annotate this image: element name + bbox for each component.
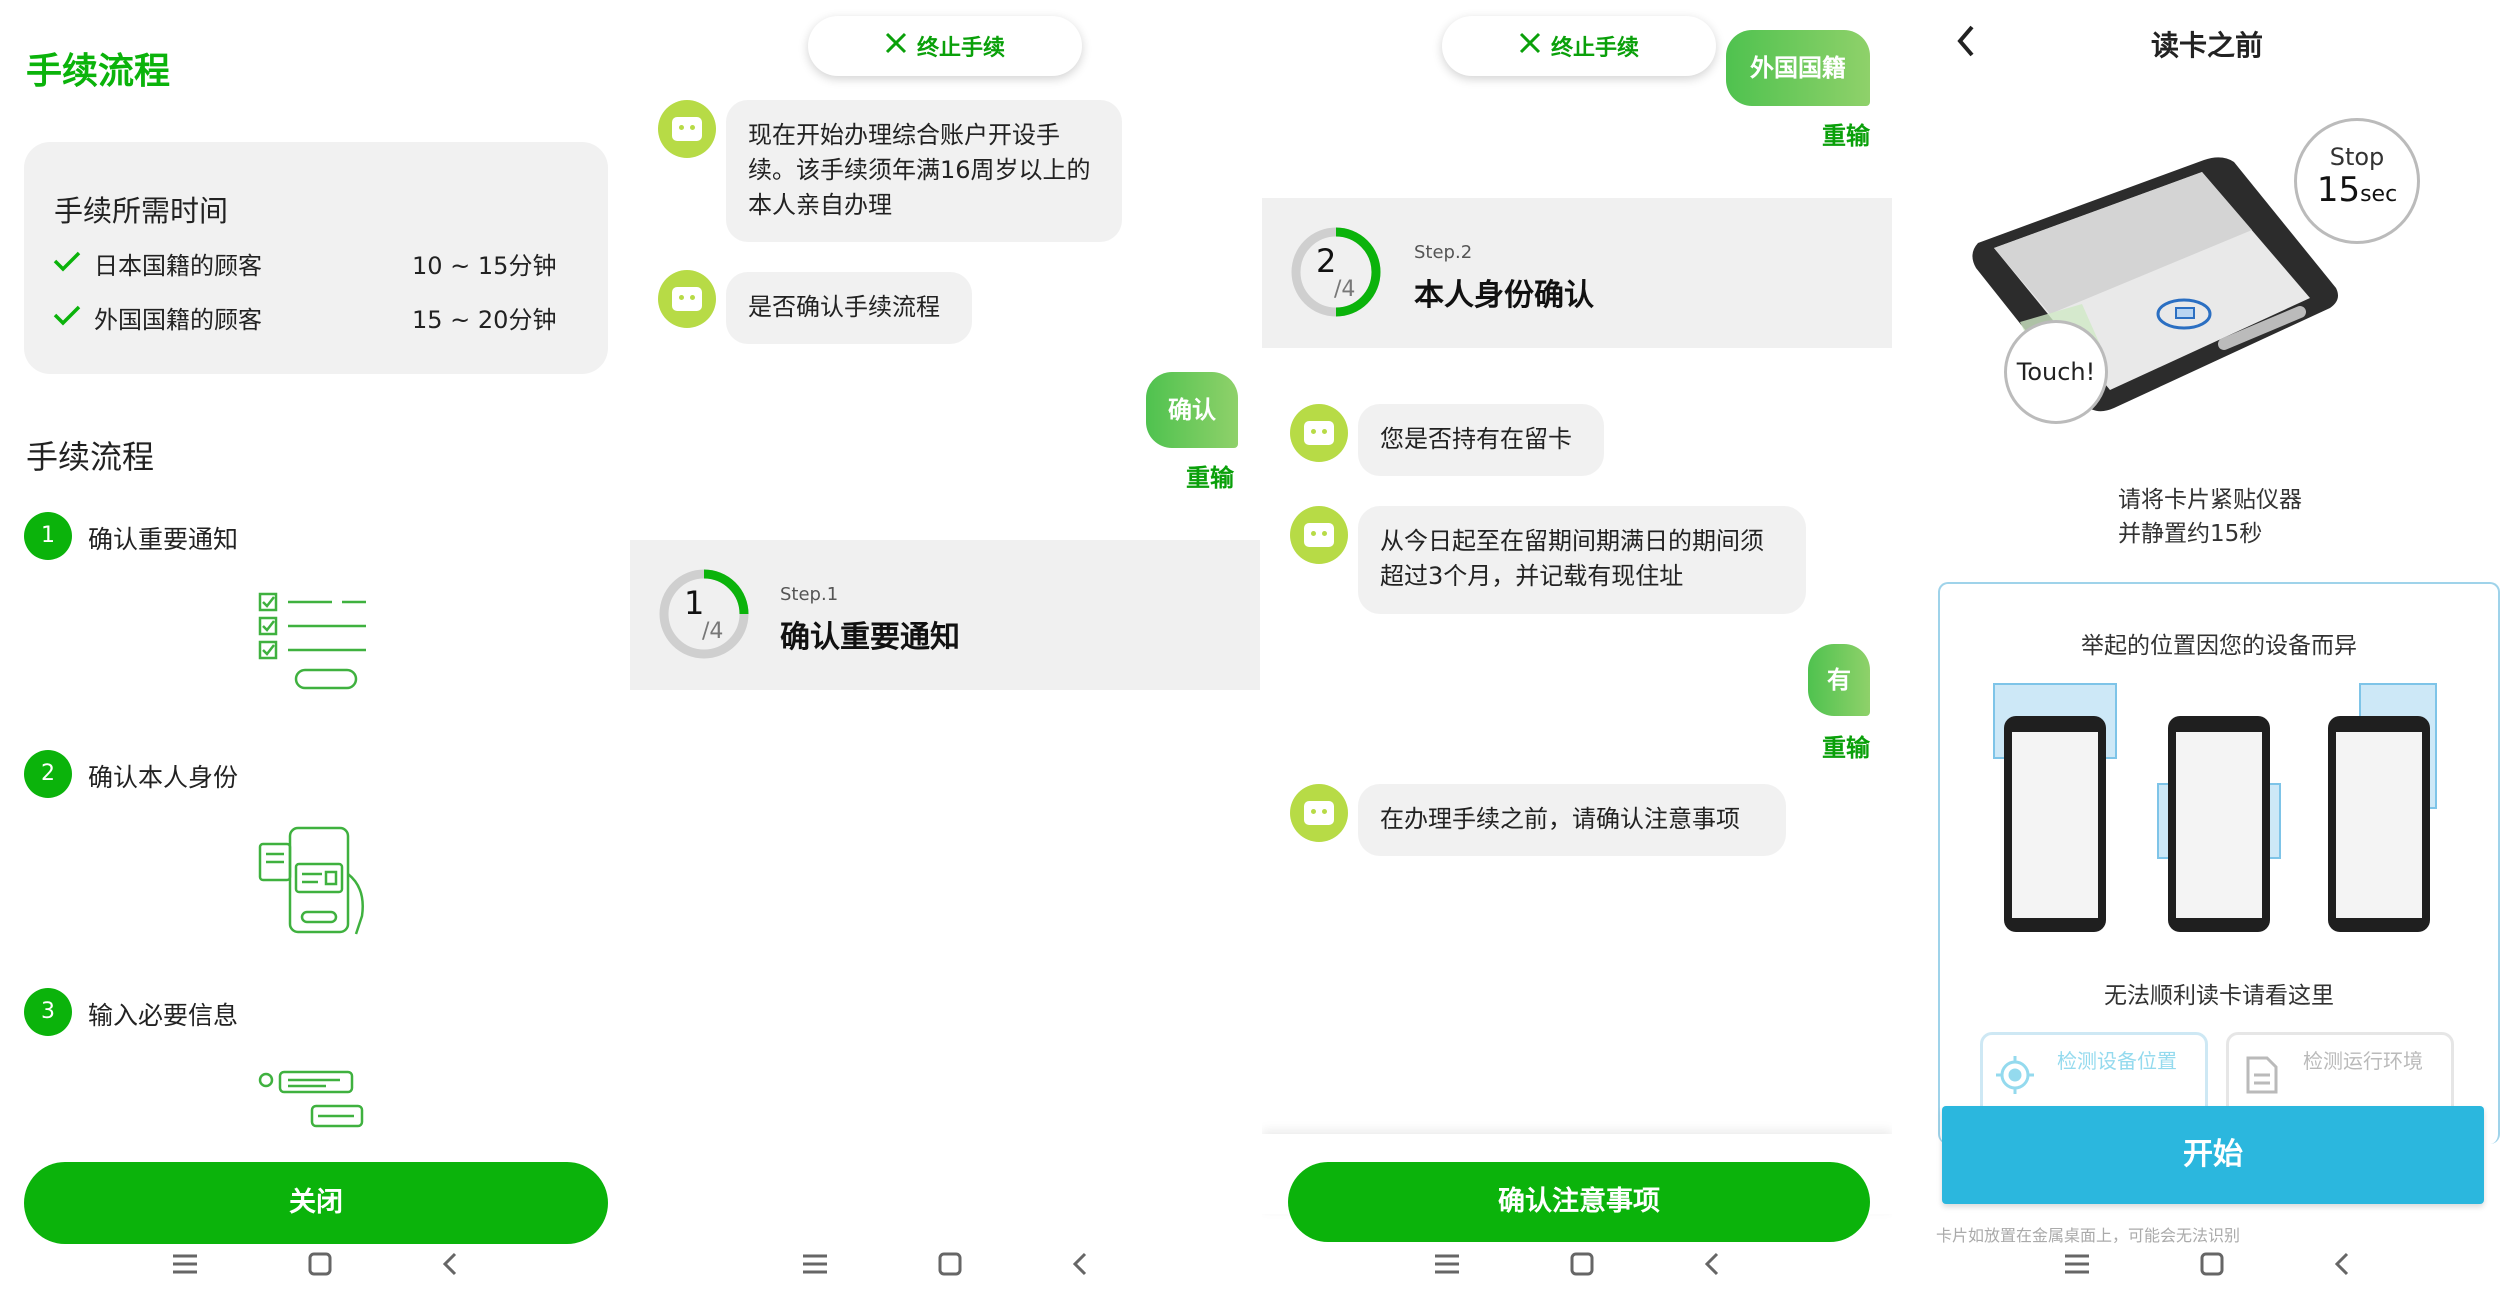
bot-message: 您是否持有在留卡 — [1358, 404, 1604, 476]
user-reply: 外国国籍 — [1726, 30, 1870, 106]
bot-avatar — [658, 100, 716, 158]
redo-link[interactable]: 重输 — [1822, 728, 1870, 763]
phone-diagram-top — [1990, 680, 2120, 944]
step-label: 确认重要通知 — [88, 525, 239, 554]
option-label: 检测设备位置 — [2057, 1049, 2177, 1073]
option-label: 检测运行环境 — [2303, 1049, 2423, 1073]
step-banner: 1/4 Step.1 确认重要通知 — [630, 540, 1260, 690]
flow-step-3: 3 输入必要信息 — [24, 988, 624, 1148]
step-label: 输入必要信息 — [88, 1001, 239, 1030]
bot-avatar — [1290, 506, 1348, 564]
step-label: Step.2 — [1414, 242, 1473, 263]
bot-message: 是否确认手续流程 — [726, 272, 972, 344]
home-icon[interactable] — [938, 1252, 962, 1276]
chat-screen-step2: 终止手续 外国国籍 重输 2/4 Step.2 本人身份确认 您是否持有在留卡 … — [1262, 0, 1892, 1314]
instruction-line-1: 请将卡片紧贴仪器 — [2118, 487, 2302, 513]
touch-label: Touch! — [2016, 358, 2096, 386]
flow-heading: 手续流程 — [26, 438, 155, 476]
step-title: 确认重要通知 — [780, 620, 960, 655]
device-position-card: 举起的位置因您的设备而异 无法顺利读卡请看这里 检测设备位置 检测运行环境 — [1938, 582, 2500, 1144]
bot-avatar — [1290, 404, 1348, 462]
back-icon[interactable] — [1072, 1252, 1088, 1276]
stop-procedure-label: 终止手续 — [916, 36, 1005, 61]
time-required-card: 手续所需时间 日本国籍的顾客 10 ~ 15分钟 外国国籍的顾客 15 ~ 20… — [24, 142, 608, 374]
step-progress-ring: 1/4 — [654, 564, 754, 668]
trouble-reading-text: 无法顺利读卡请看这里 — [2104, 983, 2334, 1009]
stop-procedure-label: 终止手续 — [1550, 36, 1639, 61]
document-icon — [2245, 1055, 2279, 1099]
ring-current-step: 2 — [1316, 242, 1336, 280]
menu-icon[interactable] — [1434, 1253, 1460, 1275]
check-icon — [52, 304, 82, 330]
step-banner: 2/4 Step.2 本人身份确认 — [1262, 198, 1892, 348]
start-button[interactable]: 开始 — [1942, 1106, 2484, 1204]
ring-current-step: 1 — [684, 584, 704, 622]
bot-message: 在办理手续之前，请确认注意事项 — [1358, 784, 1786, 856]
step-number-badge: 2 — [24, 750, 72, 798]
back-icon[interactable] — [2334, 1252, 2350, 1276]
instruction-line-2: 并静置约15秒 — [2118, 521, 2263, 547]
system-nav-bar — [1894, 1214, 2520, 1314]
step-progress-ring: 2/4 — [1286, 222, 1386, 326]
time-card-heading: 手续所需时间 — [54, 194, 229, 228]
system-nav-bar — [630, 1214, 1260, 1314]
redo-link[interactable]: 重输 — [1822, 116, 1870, 151]
crosshair-icon — [1995, 1055, 2035, 1099]
foreign-customer-label: 外国国籍的顾客 — [94, 306, 262, 334]
menu-icon[interactable] — [802, 1253, 828, 1275]
home-icon[interactable] — [1570, 1252, 1594, 1276]
back-icon[interactable] — [1704, 1252, 1720, 1276]
stop-timer-bubble: Stop 15sec — [2294, 118, 2420, 244]
flow-step-2: 2 确认本人身份 — [24, 750, 624, 950]
user-reply: 有 — [1808, 644, 1870, 716]
page-title: 手续流程 — [26, 51, 171, 92]
stop-procedure-button[interactable]: 终止手续 — [1442, 16, 1716, 76]
ring-total-steps: /4 — [1334, 277, 1355, 302]
step-label: Step.1 — [780, 584, 839, 605]
stop-unit: sec — [2360, 182, 2398, 207]
bot-avatar — [1290, 784, 1348, 842]
bot-message: 现在开始办理综合账户开设手续。该手续须年满16周岁以上的本人亲自办理 — [726, 100, 1122, 242]
system-nav-bar — [0, 1214, 630, 1314]
ring-total-steps: /4 — [702, 619, 723, 644]
redo-link[interactable]: 重输 — [1186, 458, 1234, 493]
close-icon — [885, 32, 907, 60]
phone-diagram-side — [2314, 680, 2444, 944]
chat-screen-step1: 终止手续 现在开始办理综合账户开设手续。该手续须年满16周岁以上的本人亲自办理 … — [630, 0, 1260, 1314]
stop-procedure-button[interactable]: 终止手续 — [808, 16, 1082, 76]
japanese-customer-label: 日本国籍的顾客 — [94, 252, 262, 280]
check-icon — [52, 250, 82, 276]
foreign-customer-time: 15 ~ 20分钟 — [412, 306, 557, 334]
card-heading: 举起的位置因您的设备而异 — [2081, 633, 2357, 659]
stop-label: Stop — [2329, 143, 2385, 171]
ring-progress — [703, 569, 749, 615]
home-icon[interactable] — [2200, 1252, 2224, 1276]
step-number-badge: 1 — [24, 512, 72, 560]
user-reply: 确认 — [1146, 372, 1238, 448]
step-title: 本人身份确认 — [1414, 278, 1594, 313]
japanese-customer-time: 10 ~ 15分钟 — [412, 252, 557, 280]
home-icon[interactable] — [308, 1252, 332, 1276]
menu-icon[interactable] — [2064, 1253, 2090, 1275]
checklist-icon — [256, 590, 376, 698]
back-icon[interactable] — [442, 1252, 458, 1276]
form-input-icon — [256, 1068, 376, 1142]
phone-diagram-middle — [2154, 680, 2284, 944]
touch-bubble: Touch! — [2004, 320, 2108, 424]
step-number-badge: 3 — [24, 988, 72, 1036]
flow-step-1: 1 确认重要通知 — [24, 512, 624, 712]
bot-message: 从今日起至在留期间期满日的期间须超过3个月，并记载有现住址 — [1358, 506, 1806, 614]
id-card-hand-icon — [256, 824, 376, 944]
menu-icon[interactable] — [172, 1253, 198, 1275]
stop-seconds: 15 — [2316, 170, 2361, 210]
card-reading-screen: 读卡之前 Stop 15sec Touch! 请将卡片紧贴仪器 并静置约15秒 … — [1894, 0, 2520, 1314]
close-icon — [1519, 32, 1541, 60]
system-nav-bar — [1262, 1214, 1892, 1314]
page-title: 读卡之前 — [2150, 29, 2263, 62]
bot-avatar — [658, 270, 716, 328]
step-label: 确认本人身份 — [88, 763, 239, 792]
procedure-flow-screen: 手续流程 手续所需时间 日本国籍的顾客 10 ~ 15分钟 外国国籍的顾客 15… — [0, 0, 630, 1314]
